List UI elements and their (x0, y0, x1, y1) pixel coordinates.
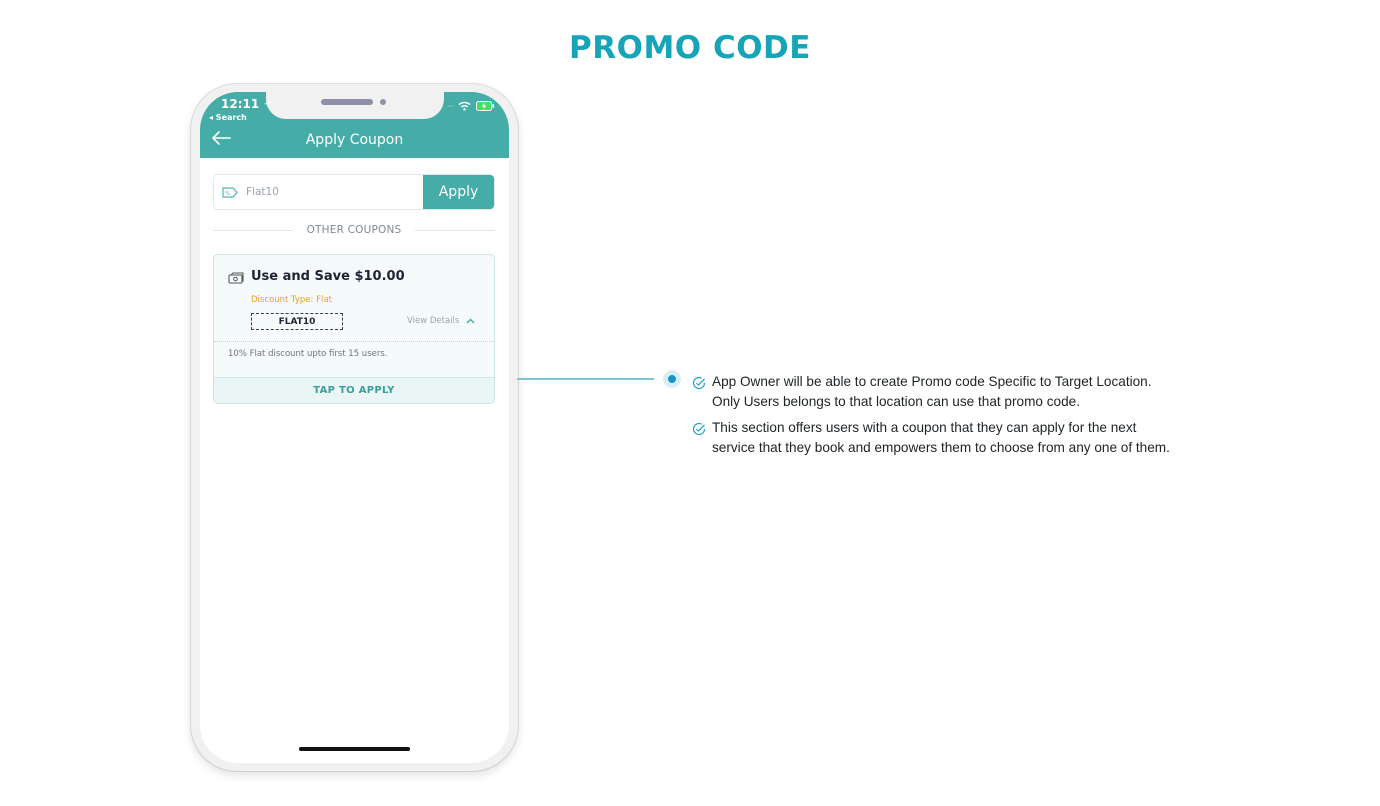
phone-mockup: 12:11 ◂ Search ···· Apply Coupon % Apply… (191, 84, 518, 771)
divider-line (213, 229, 293, 231)
status-icons: ···· (447, 101, 495, 111)
dotted-separator (214, 341, 494, 342)
other-coupons-label: OTHER COUPONS (306, 224, 402, 236)
apply-button[interactable]: Apply (423, 175, 494, 209)
battery-charging-icon (476, 101, 495, 111)
coupon-code-badge: FLAT10 (251, 313, 343, 330)
status-back-to-search[interactable]: ◂ Search (209, 113, 247, 122)
feature-text: App Owner will be able to create Promo c… (712, 374, 1152, 409)
coupon-tag-icon: % (214, 175, 246, 209)
status-time-text: 12:11 (221, 97, 260, 111)
phone-notch (266, 92, 444, 119)
cash-icon (228, 270, 244, 289)
screen-title: Apply Coupon (305, 132, 404, 148)
speaker (321, 99, 373, 105)
discount-type: Discount Type: Flat (251, 295, 332, 305)
feature-item: This section offers users with a coupon … (692, 418, 1182, 458)
divider-line (415, 229, 495, 231)
view-details-toggle[interactable]: View Details (407, 316, 475, 326)
wifi-icon (458, 101, 471, 111)
other-coupons-divider: OTHER COUPONS (213, 224, 495, 236)
tap-to-apply-button[interactable]: TAP TO APPLY (214, 377, 494, 403)
feature-text: This section offers users with a coupon … (712, 420, 1170, 455)
phone-screen: 12:11 ◂ Search ···· Apply Coupon % Apply… (200, 92, 509, 763)
view-details-label: View Details (407, 316, 460, 326)
feature-list: App Owner will be able to create Promo c… (692, 372, 1182, 464)
home-indicator (299, 747, 410, 751)
camera (380, 99, 386, 105)
coupon-title: Use and Save $10.00 (251, 269, 405, 284)
connector-dot (663, 370, 681, 388)
signal-icon: ···· (446, 101, 454, 111)
coupon-input-group: % Apply (213, 174, 495, 210)
chevron-up-icon (466, 318, 475, 324)
app-header: 12:11 ◂ Search ···· Apply Coupon (200, 92, 509, 158)
check-circle-icon (692, 372, 712, 412)
coupon-card: Use and Save $10.00 Discount Type: Flat … (213, 254, 495, 404)
feature-item: App Owner will be able to create Promo c… (692, 372, 1182, 412)
connector-line (517, 378, 654, 380)
svg-text:%: % (225, 191, 230, 197)
coupon-description: 10% Flat discount upto first 15 users. (228, 349, 388, 359)
status-time: 12:11 (221, 97, 272, 111)
location-arrow-icon (264, 100, 272, 109)
coupon-code-input[interactable] (246, 175, 423, 209)
check-circle-icon (692, 418, 712, 458)
page-title: PROMO CODE (569, 30, 811, 66)
